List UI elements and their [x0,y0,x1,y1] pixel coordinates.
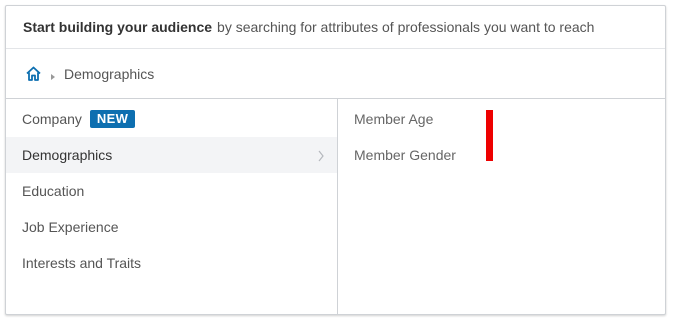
breadcrumb-caret-icon [48,69,58,80]
category-list: Company NEW Demographics Education Job E… [6,99,338,314]
category-label: Demographics [22,147,113,163]
option-label: Member Gender [354,147,456,163]
breadcrumb: Demographics [6,49,665,99]
option-member-age[interactable]: Member Age [338,101,665,137]
chevron-right-icon [317,149,325,162]
new-badge: NEW [89,110,136,128]
annotation-marker [486,110,493,161]
category-label: Education [22,183,85,199]
category-item-company[interactable]: Company NEW [6,101,337,137]
option-member-gender[interactable]: Member Gender [338,137,665,173]
category-item-interests-and-traits[interactable]: Interests and Traits [6,245,337,281]
category-label: Job Experience [22,219,119,235]
category-label: Interests and Traits [22,255,142,271]
audience-builder-panel: Start building your audience by searchin… [5,5,666,315]
header-subtitle: by searching for attributes of professio… [217,19,595,35]
home-icon[interactable] [25,65,42,82]
option-list: Member Age Member Gender [338,99,665,314]
header-title: Start building your audience [23,19,213,35]
category-label: Company [22,111,82,127]
category-item-demographics[interactable]: Demographics [6,137,337,173]
panel-header: Start building your audience by searchin… [6,6,665,49]
category-item-education[interactable]: Education [6,173,337,209]
category-item-job-experience[interactable]: Job Experience [6,209,337,245]
option-label: Member Age [354,111,434,127]
selector-body: Company NEW Demographics Education Job E… [6,99,665,314]
breadcrumb-current: Demographics [64,65,155,82]
